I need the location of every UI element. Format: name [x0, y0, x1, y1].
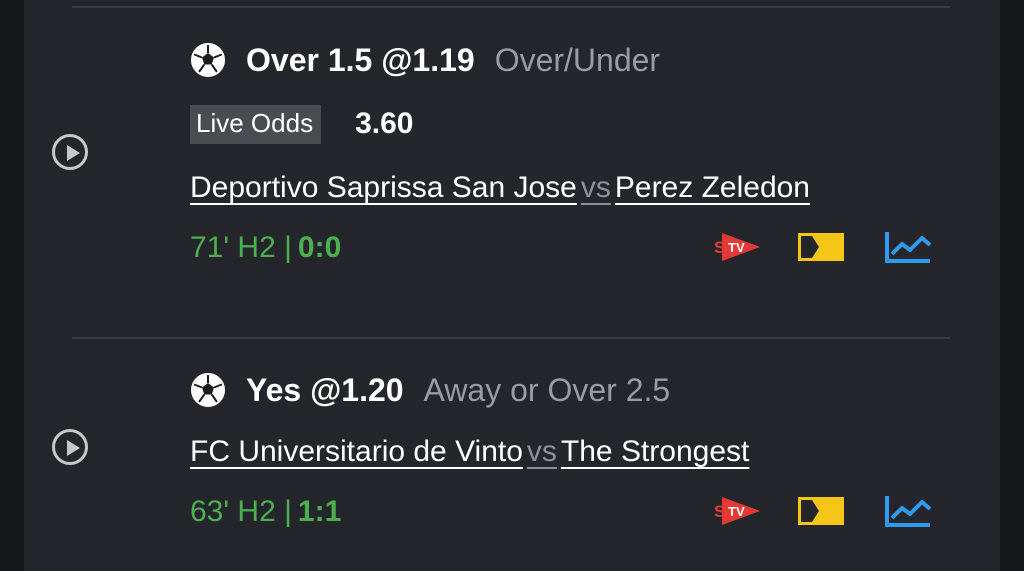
- scoreboard-icon[interactable]: [798, 497, 844, 525]
- match-score: 1:1: [297, 495, 342, 528]
- play-icon[interactable]: [52, 134, 88, 170]
- away-team-link[interactable]: The Strongest: [561, 435, 749, 469]
- match-teams[interactable]: Deportivo Saprissa San Jose vs Perez Zel…: [190, 168, 810, 208]
- market-label: Over/Under: [494, 41, 661, 78]
- vs-label: vs: [580, 171, 611, 204]
- svg-text:TV: TV: [728, 504, 745, 519]
- selection-label: Yes @1.20: [246, 371, 404, 408]
- match-time: 71' H2 |: [190, 231, 292, 264]
- event-actions: S TV: [712, 494, 932, 528]
- svg-text:S: S: [714, 502, 725, 521]
- stv-icon[interactable]: S TV: [712, 495, 762, 527]
- vs-label: vs: [526, 435, 557, 468]
- event-actions: S TV: [712, 230, 932, 264]
- bet-header: Yes @1.20 Away or Over 2.5: [190, 368, 670, 412]
- market-label: Away or Over 2.5: [423, 371, 671, 408]
- top-divider: [72, 6, 950, 8]
- match-time: 63' H2 |: [190, 495, 292, 528]
- bet-header: Over 1.5 @1.19 Over/Under: [190, 38, 660, 82]
- away-team-link[interactable]: Perez Zeledon: [615, 171, 810, 205]
- selection-label: Over 1.5 @1.19: [246, 41, 475, 78]
- home-team-link[interactable]: FC Universitario de Vinto: [190, 435, 523, 469]
- home-team-link[interactable]: Deportivo Saprissa San Jose: [190, 171, 577, 205]
- live-odds-badge: Live Odds: [190, 104, 322, 144]
- event-divider: [72, 337, 950, 339]
- soccer-ball-icon: [191, 373, 225, 407]
- match-status: 71' H2 | 0:0: [190, 228, 341, 268]
- scoreboard-icon[interactable]: [798, 233, 844, 261]
- bet-list-panel: [24, 0, 1000, 571]
- match-score: 0:0: [297, 231, 342, 264]
- match-status: 63' H2 | 1:1: [190, 492, 341, 532]
- stv-icon[interactable]: S TV: [712, 231, 762, 263]
- svg-text:TV: TV: [728, 240, 745, 255]
- live-odds-row: Live Odds 3.60: [190, 104, 413, 144]
- match-teams[interactable]: FC Universitario de Vinto vs The Stronge…: [190, 432, 749, 472]
- soccer-ball-icon: [191, 43, 225, 77]
- play-icon[interactable]: [52, 429, 88, 465]
- stats-chart-icon[interactable]: [884, 494, 932, 528]
- svg-text:S: S: [714, 238, 725, 257]
- stats-chart-icon[interactable]: [884, 230, 932, 264]
- live-odds-value: 3.60: [355, 107, 414, 140]
